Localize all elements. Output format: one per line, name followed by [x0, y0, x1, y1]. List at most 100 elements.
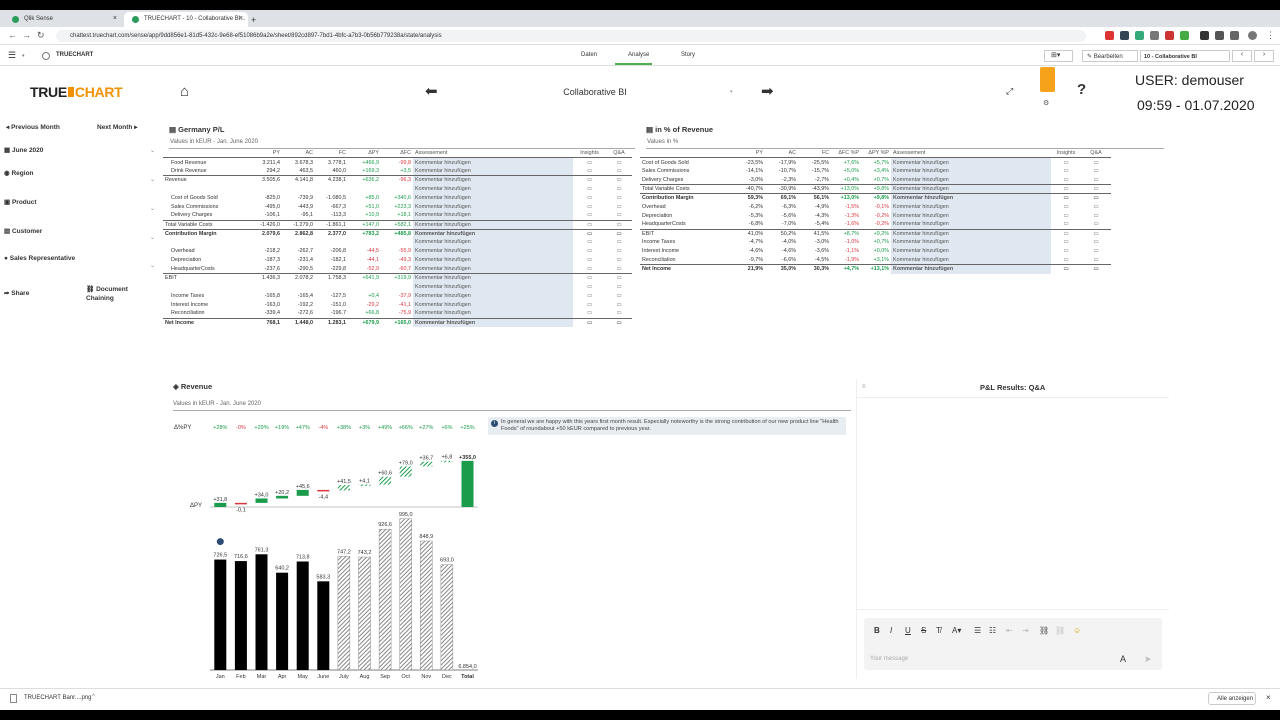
qa-icon[interactable]: ▭ — [606, 273, 632, 283]
filter-sales-rep[interactable]: ● Sales Representative — [4, 255, 75, 262]
qa-icon[interactable]: ▭ — [1081, 176, 1111, 185]
profile-avatar[interactable] — [1248, 31, 1257, 40]
assessment-cell[interactable]: Kommentar hinzufügen — [891, 184, 1051, 194]
waterfall-bar[interactable] — [255, 498, 268, 503]
waterfall-bar[interactable] — [358, 484, 371, 487]
arrow-right-icon[interactable]: ➡ — [761, 82, 774, 100]
extension-icon[interactable] — [1200, 31, 1209, 40]
assessment-cell[interactable]: Kommentar hinzufügen — [891, 211, 1051, 221]
previous-month-button[interactable]: ◂ Previous Month — [6, 123, 60, 131]
insight-icon[interactable]: ▭ — [1051, 228, 1081, 239]
qa-icon[interactable]: ▭ — [606, 238, 632, 247]
assessment-cell[interactable]: Kommentar hinzufügen — [413, 291, 573, 301]
insight-icon[interactable]: ▭ — [1051, 167, 1081, 176]
dropdown-icon[interactable]: ▾ — [22, 53, 25, 59]
chevron-up-icon[interactable]: ^ — [92, 694, 95, 700]
qa-icon[interactable]: ▭ — [1081, 220, 1111, 229]
insight-icon[interactable]: ▭ — [573, 228, 606, 239]
insight-icon[interactable]: ▭ — [573, 265, 606, 274]
share-button[interactable]: ➦ Share — [4, 289, 29, 297]
revenue-bar[interactable] — [317, 581, 330, 670]
assessment-cell[interactable]: Kommentar hinzufügen — [413, 238, 573, 247]
waterfall-bar[interactable] — [214, 502, 227, 507]
qa-icon[interactable]: ▭ — [606, 247, 632, 256]
italic-icon[interactable]: I — [890, 626, 892, 635]
text-color-icon[interactable]: A▾ — [952, 626, 961, 635]
waterfall-bar[interactable] — [234, 502, 247, 505]
insight-icon[interactable]: ▭ — [1051, 176, 1081, 185]
qa-icon[interactable]: ▭ — [1081, 228, 1111, 239]
ordered-list-icon[interactable]: ☰ — [974, 626, 981, 635]
waterfall-bar[interactable] — [399, 466, 412, 477]
insight-icon[interactable]: ▭ — [573, 167, 606, 176]
chevron-down-icon[interactable]: ⌄ — [150, 205, 155, 212]
qa-icon[interactable]: ▭ — [606, 185, 632, 194]
assessment-cell[interactable]: Kommentar hinzufügen — [413, 219, 573, 230]
qa-icon[interactable]: ▭ — [606, 211, 632, 220]
qa-icon[interactable]: ▭ — [1081, 238, 1111, 247]
extension-icon[interactable] — [1180, 31, 1189, 40]
assessment-cell[interactable]: Kommentar hinzufügen — [413, 184, 573, 194]
qa-icon[interactable]: ▭ — [606, 282, 632, 291]
waterfall-bar[interactable] — [379, 476, 392, 485]
insight-icon[interactable]: ▭ — [1051, 158, 1081, 167]
assessment-cell[interactable]: Kommentar hinzufügen — [891, 166, 1051, 176]
assessment-cell[interactable]: Kommentar hinzufügen — [413, 228, 573, 239]
assessment-cell[interactable]: Kommentar hinzufügen — [891, 246, 1051, 256]
insight-icon[interactable]: ▭ — [573, 300, 606, 309]
extension-icon[interactable] — [1105, 31, 1114, 40]
assessment-cell[interactable]: Kommentar hinzufügen — [413, 309, 573, 319]
qa-icon[interactable]: ▭ — [606, 256, 632, 265]
waterfall-bar[interactable] — [440, 460, 453, 463]
qa-icon[interactable]: ▭ — [606, 175, 632, 185]
assessment-cell[interactable]: Kommentar hinzufügen — [413, 202, 573, 212]
chevron-down-icon[interactable]: ⌄ — [150, 147, 155, 154]
assessment-cell[interactable]: Kommentar hinzufügen — [413, 273, 573, 283]
chevron-down-icon[interactable]: ▾ — [730, 89, 733, 95]
waterfall-total-bar[interactable] — [461, 460, 474, 507]
filter-month[interactable]: ▦ June 2020 — [4, 146, 43, 154]
revenue-bar[interactable] — [440, 564, 454, 671]
insight-icon[interactable]: ▭ — [1051, 238, 1081, 247]
assessment-cell[interactable]: Kommentar hinzufügen — [413, 300, 573, 310]
message-input[interactable]: Your message — [870, 656, 908, 662]
assessment-cell[interactable]: Kommentar hinzufügen — [413, 282, 573, 292]
next-sheet-button[interactable]: › — [1254, 50, 1274, 62]
extension-icon[interactable] — [1150, 31, 1159, 40]
filter-product[interactable]: ▣ Product — [4, 198, 37, 206]
assessment-cell[interactable]: Kommentar hinzufügen — [413, 193, 573, 203]
qa-icon[interactable]: ▭ — [1081, 167, 1111, 176]
settings-icon[interactable]: ⚙ — [1043, 99, 1049, 107]
document-chaining-button[interactable]: ⛓ Document Chaining — [86, 285, 136, 303]
assessment-cell[interactable]: Kommentar hinzufügen — [891, 202, 1051, 212]
link-icon[interactable]: ⛓ — [1039, 626, 1049, 635]
qa-icon[interactable]: ▭ — [1081, 211, 1111, 220]
assessment-cell[interactable]: Kommentar hinzufügen — [413, 264, 573, 274]
assessment-cell[interactable]: Kommentar hinzufügen — [413, 317, 573, 327]
assessment-cell[interactable]: Kommentar hinzufügen — [413, 175, 573, 185]
filter-region[interactable]: ◉ Region — [4, 169, 34, 177]
message-editor[interactable]: B I U S T̸ A▾ ☰ ☷ ⇤ ⇥ ⛓ ⛓ ☺ Your message… — [864, 618, 1162, 670]
chevron-down-icon[interactable]: ⌄ — [150, 234, 155, 241]
insight-icon[interactable]: ▭ — [573, 291, 606, 300]
assessment-cell[interactable]: Kommentar hinzufügen — [413, 246, 573, 256]
assessment-cell[interactable]: Kommentar hinzufügen — [891, 264, 1051, 274]
assessment-cell[interactable]: Kommentar hinzufügen — [891, 255, 1051, 265]
qa-icon[interactable]: ▭ — [606, 300, 632, 309]
comment-note[interactable]: i In general we are happy with this years… — [488, 417, 846, 435]
assessment-cell[interactable]: Kommentar hinzufügen — [891, 157, 1051, 167]
unlink-icon[interactable]: ⛓ — [1055, 626, 1065, 635]
close-icon[interactable]: × — [1266, 693, 1271, 702]
qa-icon[interactable]: ▭ — [1081, 158, 1111, 167]
help-icon[interactable]: ? — [1077, 81, 1086, 98]
home-icon[interactable]: ⌂ — [180, 83, 189, 100]
assessment-cell[interactable]: Kommentar hinzufügen — [413, 211, 573, 221]
insight-icon[interactable]: ▭ — [573, 158, 606, 167]
chevron-down-icon[interactable]: ⌄ — [150, 262, 155, 269]
qa-icon[interactable]: ▭ — [606, 265, 632, 274]
revenue-bar[interactable] — [337, 556, 351, 671]
clear-format-icon[interactable]: T̸ — [936, 626, 941, 635]
assessment-cell[interactable]: Kommentar hinzufügen — [891, 193, 1051, 203]
extension-icon[interactable] — [1215, 31, 1224, 40]
qa-icon[interactable]: ▭ — [1081, 184, 1111, 194]
